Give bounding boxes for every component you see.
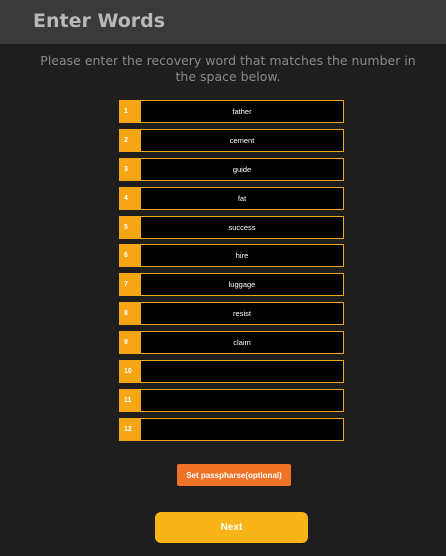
word-number-badge: 10 bbox=[119, 360, 141, 384]
recovery-word-input-6[interactable] bbox=[141, 244, 344, 268]
word-row: 10 bbox=[119, 360, 344, 384]
next-button[interactable]: Next bbox=[155, 512, 308, 543]
recovery-word-input-7[interactable] bbox=[141, 273, 344, 297]
word-number-badge: 5 bbox=[119, 215, 141, 239]
recovery-word-input-2[interactable] bbox=[141, 128, 344, 152]
word-row: 12 bbox=[119, 417, 344, 441]
word-number-badge: 8 bbox=[119, 302, 141, 326]
word-row: 9 bbox=[119, 331, 344, 355]
recovery-word-input-9[interactable] bbox=[141, 331, 344, 355]
recovery-word-input-11[interactable] bbox=[141, 388, 344, 412]
recovery-word-list: 1 2 3 4 5 6 7 8 9 10 11 12 bbox=[119, 100, 344, 447]
recovery-word-input-5[interactable] bbox=[141, 215, 344, 239]
word-number-badge: 6 bbox=[119, 244, 141, 268]
page-title: Enter Words bbox=[33, 10, 166, 32]
word-row: 5 bbox=[119, 215, 344, 239]
recovery-word-input-4[interactable] bbox=[141, 186, 344, 210]
set-passphrase-button[interactable]: Set passpharse(optional) bbox=[177, 464, 291, 486]
word-row: 1 bbox=[119, 100, 344, 123]
word-row: 6 bbox=[119, 244, 344, 268]
recovery-word-input-1[interactable] bbox=[141, 100, 344, 123]
word-number-badge: 1 bbox=[119, 100, 141, 123]
word-row: 11 bbox=[119, 388, 344, 412]
word-row: 7 bbox=[119, 273, 344, 297]
word-number-badge: 4 bbox=[119, 186, 141, 210]
recovery-word-input-10[interactable] bbox=[141, 360, 344, 384]
word-row: 2 bbox=[119, 128, 344, 152]
word-row: 4 bbox=[119, 186, 344, 210]
word-number-badge: 3 bbox=[119, 157, 141, 181]
page-header: Enter Words bbox=[0, 0, 446, 44]
recovery-word-input-12[interactable] bbox=[141, 417, 344, 441]
instructions-text: Please enter the recovery word that matc… bbox=[40, 53, 416, 84]
word-number-badge: 2 bbox=[119, 128, 141, 152]
word-number-badge: 9 bbox=[119, 331, 141, 355]
word-row: 8 bbox=[119, 302, 344, 326]
recovery-word-input-8[interactable] bbox=[141, 302, 344, 326]
word-row: 3 bbox=[119, 157, 344, 181]
word-number-badge: 11 bbox=[119, 388, 141, 412]
word-number-badge: 7 bbox=[119, 273, 141, 297]
recovery-word-input-3[interactable] bbox=[141, 157, 344, 181]
word-number-badge: 12 bbox=[119, 417, 141, 441]
